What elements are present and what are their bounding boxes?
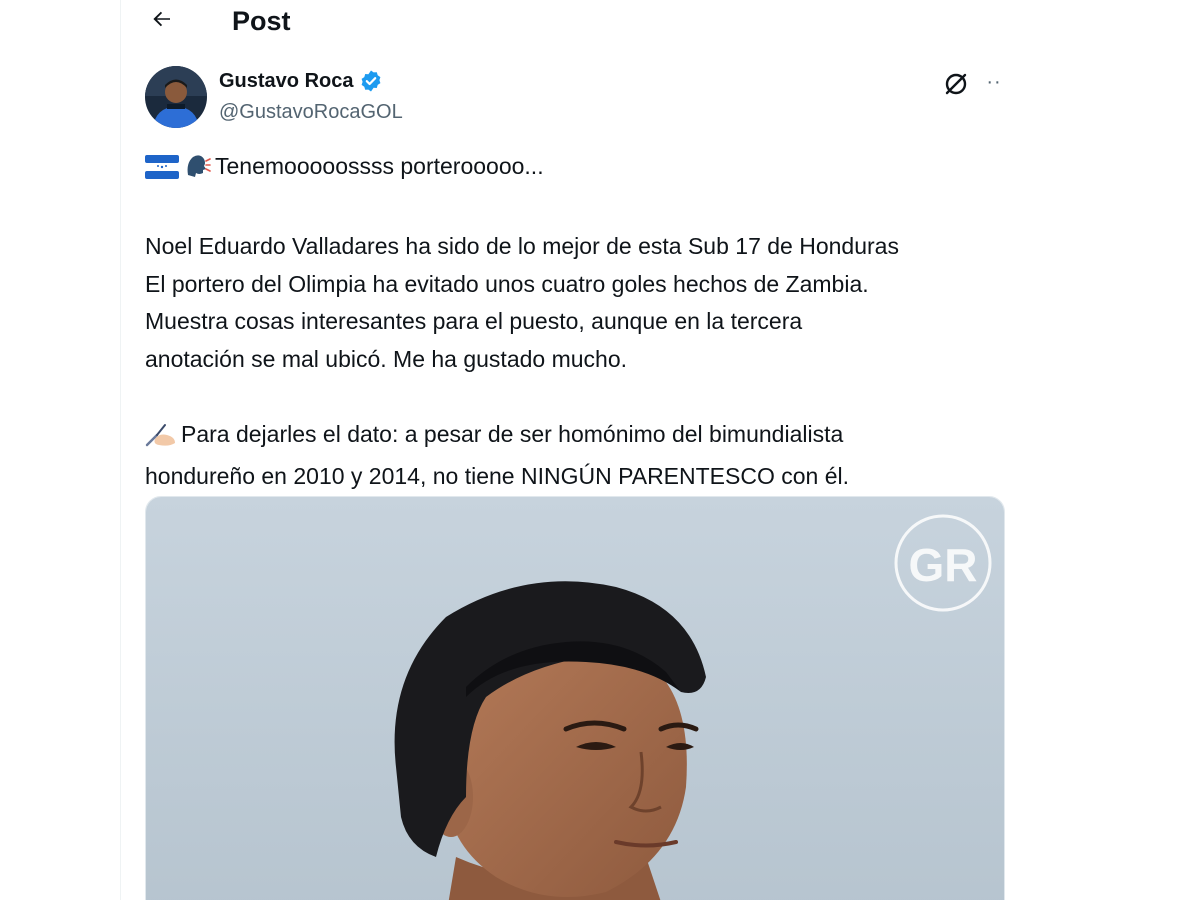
more-horizontal-icon: ·· bbox=[986, 70, 1002, 93]
author-handle[interactable]: @GustavoRocaGOL bbox=[219, 99, 403, 125]
writing-hand-icon bbox=[145, 419, 177, 459]
avatar[interactable] bbox=[145, 66, 207, 128]
goalkeeper-photo: GR bbox=[146, 497, 1004, 900]
tweet-paragraph-2-line-1: Noel Eduardo Valladares ha sido de lo me… bbox=[145, 233, 899, 259]
post-header: Post bbox=[121, 0, 1021, 44]
honduras-flag-icon bbox=[145, 153, 179, 191]
tweet-paragraph-3-line-1-text: Para dejarles el dato: a pesar de ser ho… bbox=[181, 420, 844, 447]
svg-text:GR: GR bbox=[909, 539, 978, 591]
tweet-body: Tenemooooossss porterooooo... Noel Eduar… bbox=[145, 148, 1015, 496]
grok-icon bbox=[945, 73, 967, 95]
more-options-button[interactable]: ·· bbox=[980, 68, 1008, 96]
page-title: Post bbox=[232, 6, 291, 36]
tweet-paragraph-2-line-3: Muestra cosas interesantes para el puest… bbox=[145, 308, 803, 334]
avatar-image bbox=[145, 66, 207, 128]
tweet-paragraph-3-line-2: hondureño en 2010 y 2014, no tiene NINGÚ… bbox=[145, 463, 850, 489]
author-name-text: Gustavo Roca bbox=[219, 70, 354, 92]
tweet-line-1-text: Tenemooooossss porterooooo... bbox=[215, 153, 544, 179]
tweet-paragraph-3-line-1: Para dejarles el dato: a pesar de ser ho… bbox=[145, 416, 1015, 459]
arrow-left-icon bbox=[153, 11, 170, 27]
tweet-paragraph-2-line-4: anotación se mal ubicó. Me ha gustado mu… bbox=[145, 345, 628, 372]
author-name[interactable]: Gustavo Roca bbox=[219, 67, 383, 95]
grok-button[interactable] bbox=[940, 68, 972, 100]
back-button[interactable] bbox=[147, 4, 177, 34]
tweet-paragraph-2-line-2: El portero del Olimpia ha evitado unos c… bbox=[145, 270, 869, 297]
verified-badge-icon bbox=[362, 70, 381, 92]
column-divider bbox=[120, 0, 121, 900]
speaking-head-icon bbox=[183, 151, 211, 191]
tweet-media-photo[interactable]: GR bbox=[145, 496, 1005, 900]
post-page: Post Gustavo Roca @GustavoRocaGOL ·· Ten… bbox=[0, 0, 1200, 900]
tweet-line-1: Tenemooooossss porterooooo... bbox=[145, 148, 1015, 191]
